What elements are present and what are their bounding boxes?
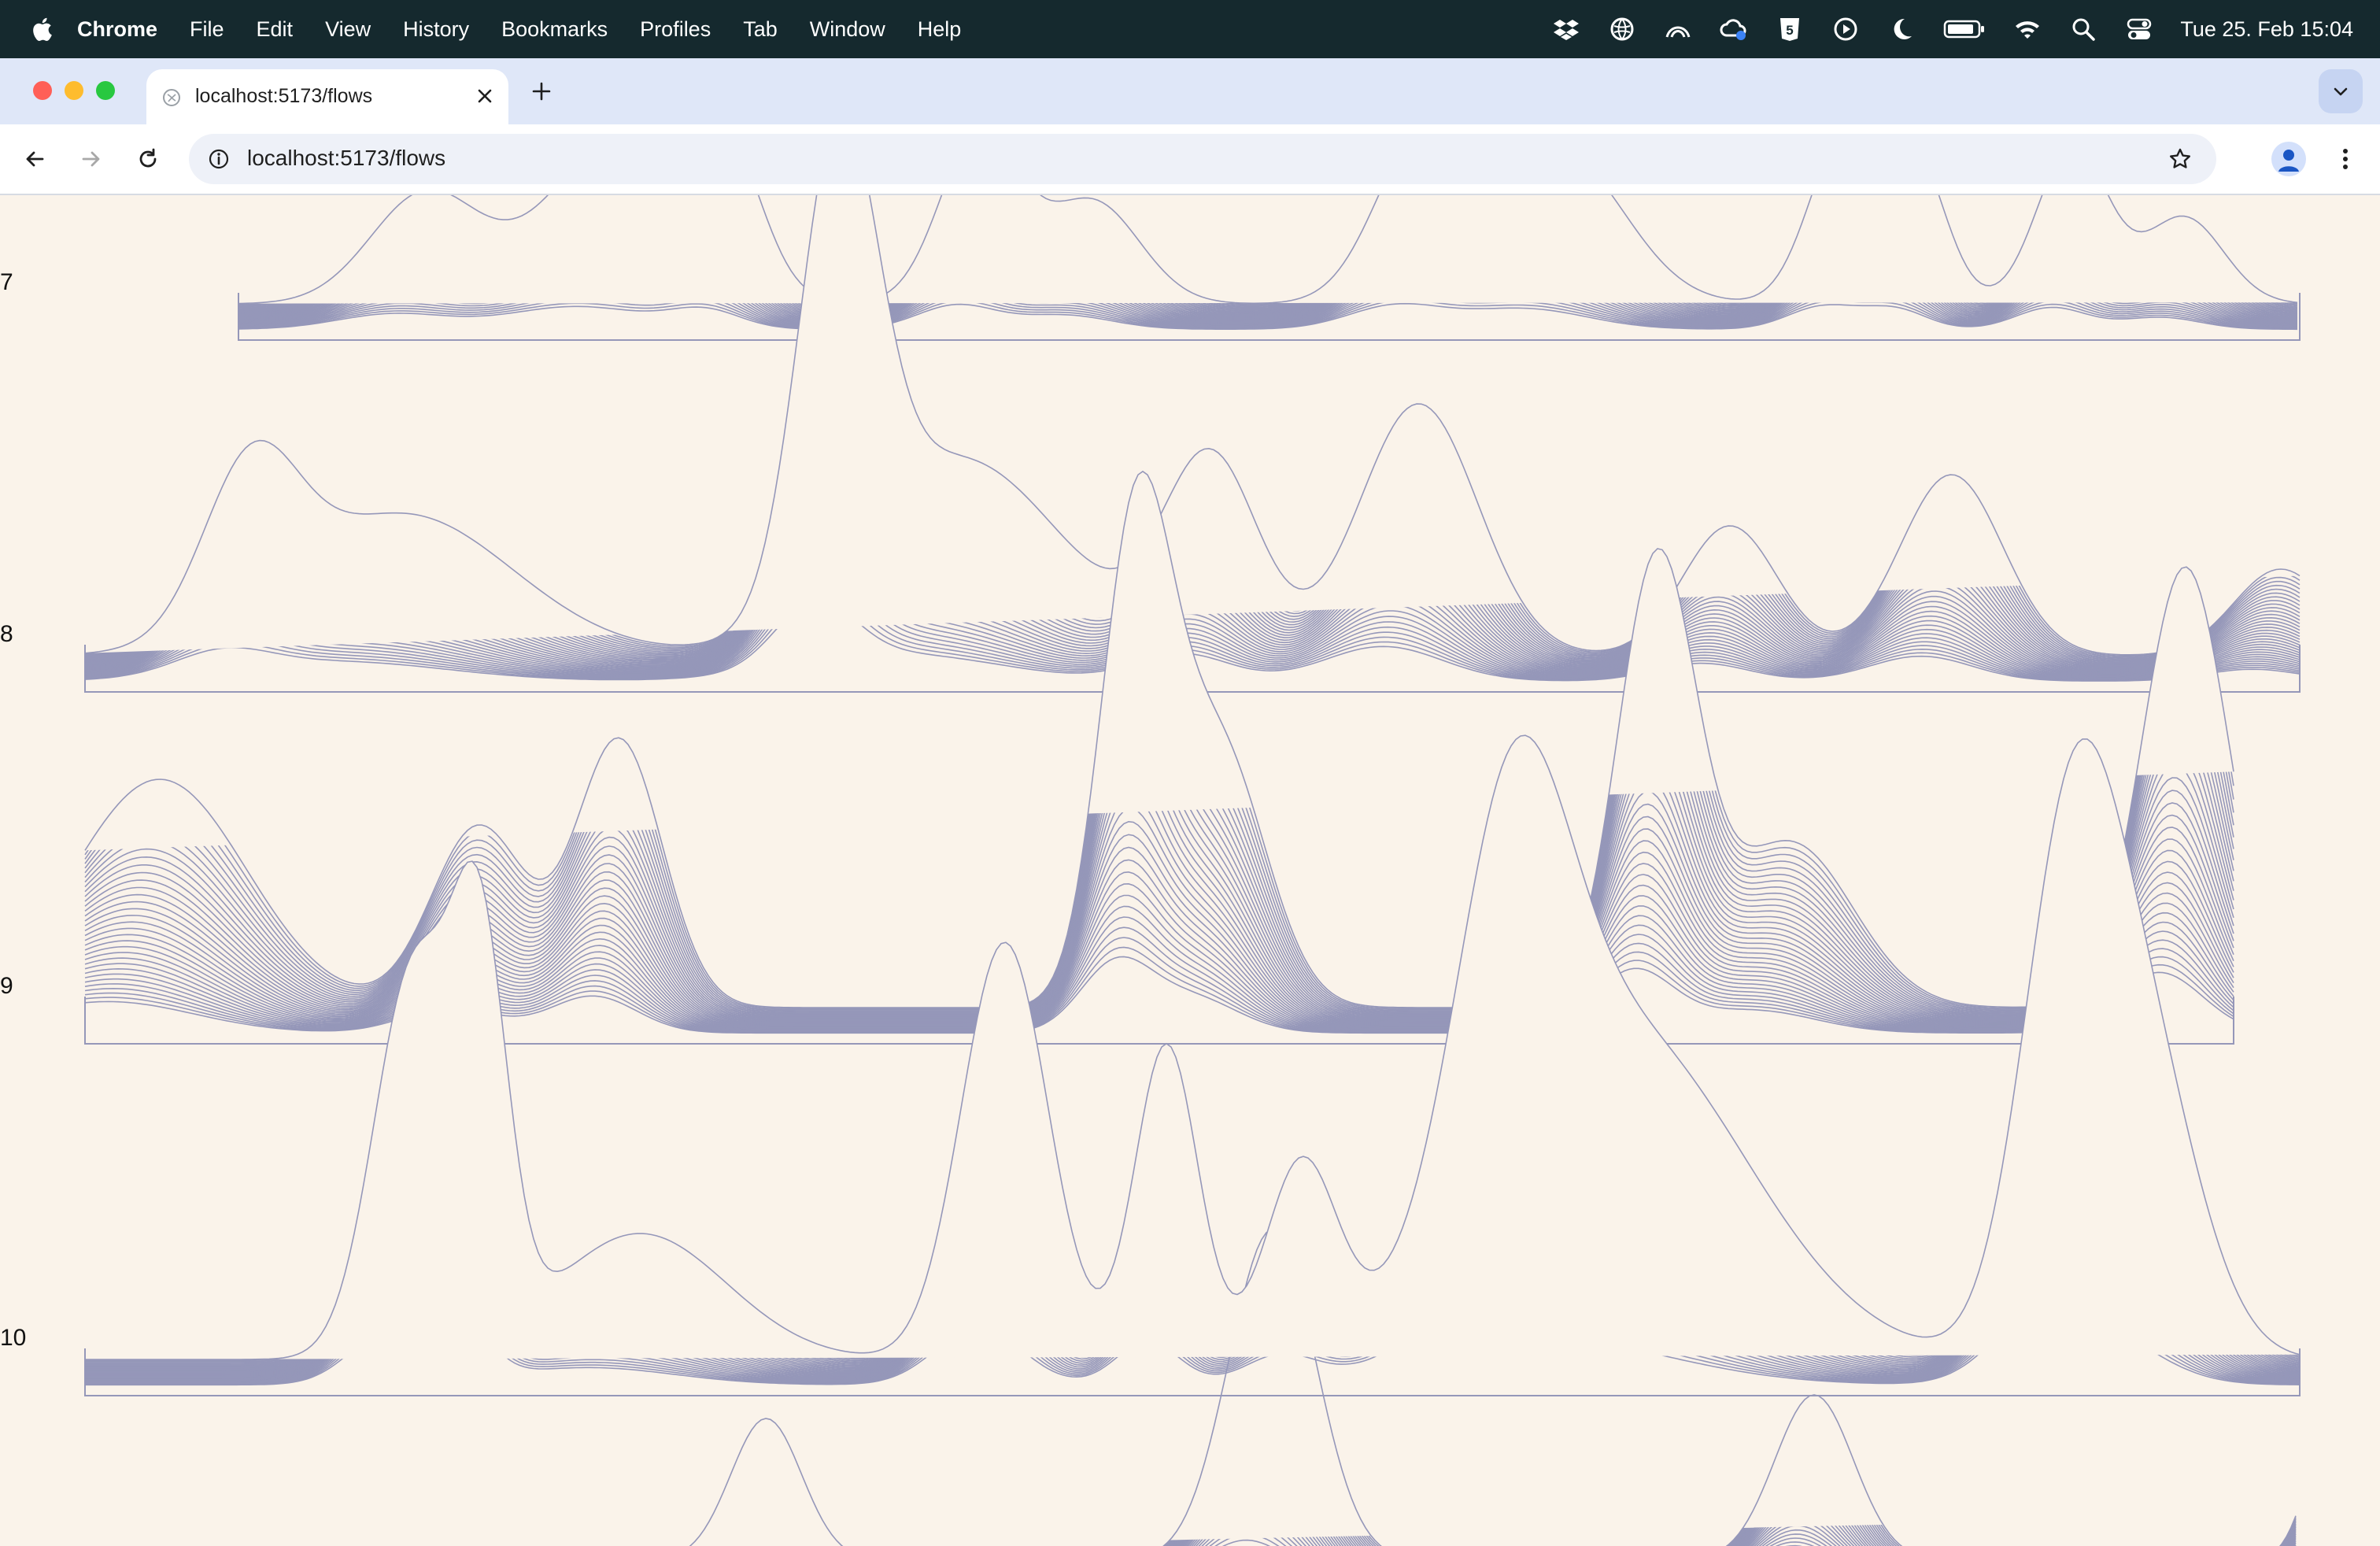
- menu-tab[interactable]: Tab: [743, 17, 778, 42]
- profile-avatar-icon[interactable]: [2271, 142, 2306, 176]
- address-bar-url[interactable]: localhost:5173/flows: [247, 146, 445, 171]
- page-content: 7 8 9 10: [0, 195, 2380, 1546]
- window-minimize-button[interactable]: [65, 81, 83, 100]
- row-label-7: 7: [0, 269, 13, 295]
- new-tab-icon[interactable]: [526, 76, 557, 107]
- reload-icon[interactable]: [131, 142, 165, 176]
- row-label-9: 9: [0, 973, 13, 999]
- search-icon[interactable]: [2069, 15, 2097, 43]
- cloud-sync-icon[interactable]: [1720, 15, 1748, 43]
- menu-bar-status-area: 5 Tue 25. Feb 15:04: [1524, 0, 2353, 58]
- globe-app-icon[interactable]: [1608, 15, 1636, 43]
- browser-toolbar: localhost:5173/flows: [0, 124, 2380, 195]
- forward-icon[interactable]: [74, 142, 109, 176]
- macos-menu-bar: Chrome File Edit View History Bookmarks …: [0, 0, 2380, 58]
- browser-menu-icon[interactable]: [2328, 142, 2363, 176]
- row-label-8: 8: [0, 621, 13, 647]
- menu-window[interactable]: Window: [810, 17, 885, 42]
- bookmark-star-icon[interactable]: [2163, 142, 2197, 176]
- dropbox-icon[interactable]: [1552, 15, 1580, 43]
- menu-history[interactable]: History: [403, 17, 469, 42]
- flow-ridgeline-canvas: 7 8 9 10: [0, 195, 2301, 1546]
- flow-rows: [84, 195, 2301, 1546]
- moon-icon[interactable]: [1887, 15, 1916, 43]
- row-labels: 7 8 9 10: [0, 269, 26, 1351]
- row-label-10: 10: [0, 1325, 26, 1351]
- five-app-icon[interactable]: 5: [1776, 15, 1804, 43]
- back-icon[interactable]: [17, 142, 52, 176]
- address-bar[interactable]: localhost:5173/flows: [189, 134, 2216, 184]
- flow-row-7: [238, 195, 2301, 341]
- svg-text:5: 5: [1787, 23, 1794, 38]
- battery-icon[interactable]: [1943, 15, 1986, 43]
- tab-search-icon[interactable]: [2319, 69, 2363, 113]
- menu-profiles[interactable]: Profiles: [640, 17, 711, 42]
- menu-edit[interactable]: Edit: [257, 17, 294, 42]
- apple-menu-icon[interactable]: [31, 17, 52, 42]
- menu-help[interactable]: Help: [918, 17, 962, 42]
- play-circle-icon[interactable]: [1831, 15, 1860, 43]
- arc-icon[interactable]: [1664, 15, 1692, 43]
- menu-app-name[interactable]: Chrome: [77, 17, 157, 42]
- menu-view[interactable]: View: [325, 17, 371, 42]
- wifi-icon[interactable]: [2013, 15, 2042, 43]
- globe-favicon-icon: [163, 89, 180, 106]
- menu-bookmarks[interactable]: Bookmarks: [501, 17, 608, 42]
- browser-tab-active[interactable]: localhost:5173/flows: [146, 69, 508, 124]
- tab-title: localhost:5173/flows: [195, 85, 373, 107]
- tab-close-icon[interactable]: [469, 80, 501, 112]
- flow-line: [238, 195, 2298, 305]
- menu-bar-clock[interactable]: Tue 25. Feb 15:04: [2180, 17, 2353, 42]
- menu-file[interactable]: File: [190, 17, 224, 42]
- site-info-icon[interactable]: [203, 143, 235, 175]
- control-center-icon[interactable]: [2125, 15, 2153, 43]
- window-close-button[interactable]: [33, 81, 52, 100]
- window-maximize-button[interactable]: [96, 81, 115, 100]
